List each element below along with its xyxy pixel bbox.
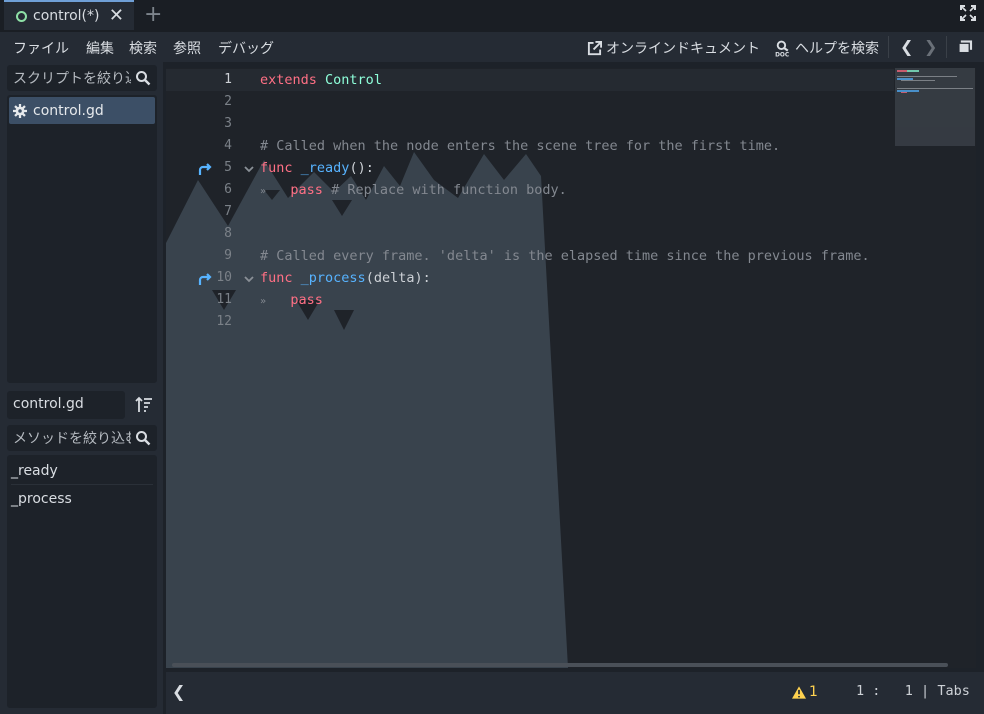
line-number: 8	[224, 226, 232, 241]
menu-file[interactable]: ファイル	[13, 38, 69, 58]
search-icon	[136, 431, 151, 446]
add-tab-icon[interactable]: +	[144, 2, 162, 27]
script-list: control.gd	[7, 95, 157, 383]
code-line-11: » pass	[260, 292, 323, 308]
code-editor[interactable]: 1 2 3 4 5 6 7 8 9 10 11 12 extends Contr…	[166, 68, 976, 668]
code-line-9: # Called every frame. 'delta' is the ela…	[260, 248, 870, 264]
method-item-ready[interactable]: _ready	[11, 457, 153, 485]
current-script-name: control.gd	[7, 391, 125, 419]
code-punct: (delta):	[365, 270, 431, 286]
code-line-4: # Called when the node enters the scene …	[260, 138, 781, 154]
method-list: _ready _process	[7, 455, 157, 708]
horizontal-scrollbar[interactable]	[172, 663, 948, 667]
line-number: 4	[224, 138, 232, 153]
menu-debug[interactable]: デバッグ	[218, 38, 274, 58]
method-filter-placeholder: メソッドを絞り込む	[13, 431, 131, 447]
doc-search-icon: DOC	[775, 40, 789, 57]
line-number: 2	[224, 94, 232, 109]
line-number: 12	[216, 314, 232, 329]
menu-divider-2	[946, 36, 947, 58]
search-icon	[136, 71, 151, 86]
minimap[interactable]	[895, 68, 975, 146]
warning-count: 1	[809, 684, 818, 700]
script-item-label: control.gd	[33, 102, 104, 119]
cursor-col: 1	[904, 683, 913, 699]
close-icon[interactable]: ✕	[109, 5, 124, 26]
history-back-icon[interactable]: ❮	[900, 37, 913, 56]
keyword: pass	[290, 182, 323, 198]
warnings-button[interactable]: 1	[792, 684, 818, 700]
override-icon[interactable]	[197, 271, 213, 287]
cursor-position: 1 : 1 | Tabs	[856, 683, 970, 699]
external-link-icon	[587, 40, 602, 55]
history-forward-icon[interactable]: ❯	[924, 37, 937, 56]
function-name: _process	[300, 270, 366, 286]
online-docs-label: オンラインドキュメント	[606, 41, 760, 57]
code-punct: ():	[349, 160, 374, 176]
svg-text:DOC: DOC	[775, 52, 789, 57]
method-filter-input[interactable]: メソッドを絞り込む	[7, 425, 157, 451]
menu-bar: ファイル 編集 検索 参照 デバッグ オンラインドキュメント DOC ヘルプを検…	[0, 32, 984, 62]
script-filter-placeholder: スクリプトを絞り込む	[13, 71, 131, 87]
tab-bar: control(*) ✕ +	[0, 0, 984, 32]
menu-edit[interactable]: 編集	[86, 38, 114, 58]
status-bar: ❮ 1 1 : 1 | Tabs	[166, 672, 984, 714]
code-line-5: func _ready():	[260, 157, 374, 179]
toggle-panel-chevron-left-icon[interactable]: ❮	[172, 682, 185, 701]
fold-chevron-down-icon[interactable]	[243, 163, 255, 175]
keyword: extends	[260, 72, 317, 88]
override-icon[interactable]	[197, 161, 213, 177]
method-item-process[interactable]: _process	[11, 485, 153, 513]
search-help-label: ヘルプを検索	[795, 41, 879, 57]
keyword: func	[260, 160, 293, 176]
indent-mode[interactable]: Tabs	[937, 683, 970, 699]
code-line-1: extends Control	[260, 69, 382, 91]
cursor-line: 1	[856, 683, 865, 699]
menu-divider	[888, 36, 889, 58]
search-help-button[interactable]: DOC ヘルプを検索	[774, 38, 879, 58]
online-docs-button[interactable]: オンラインドキュメント	[587, 38, 760, 58]
sort-icon[interactable]	[135, 396, 153, 414]
gear-icon	[13, 103, 27, 118]
line-number: 3	[224, 116, 232, 131]
menu-goto[interactable]: 参照	[173, 38, 201, 58]
tab-title: control(*)	[33, 8, 100, 24]
script-item-control[interactable]: control.gd	[9, 97, 155, 124]
warning-icon	[792, 685, 806, 699]
tab-control[interactable]: control(*) ✕	[4, 0, 134, 30]
line-number: 11	[216, 292, 232, 307]
line-number: 7	[224, 204, 232, 219]
code-line-10: func _process(delta):	[260, 267, 431, 289]
fullscreen-icon[interactable]	[960, 5, 976, 21]
keyword: pass	[290, 292, 323, 308]
class-name: Control	[325, 72, 382, 88]
line-number: 1	[224, 72, 232, 87]
function-name: _ready	[300, 160, 350, 176]
keyword: func	[260, 270, 293, 286]
script-filter-input[interactable]: スクリプトを絞り込む	[7, 65, 157, 91]
menu-search[interactable]: 検索	[129, 38, 157, 58]
line-number: 6	[224, 182, 232, 197]
window-toggle-icon[interactable]	[958, 40, 973, 54]
line-number: 9	[224, 248, 232, 263]
unsaved-dot-icon	[16, 10, 27, 22]
code-line-6: » pass # Replace with function body.	[260, 182, 567, 198]
comment: # Replace with function body.	[331, 182, 567, 198]
script-panel: スクリプトを絞り込む control.gd control.gd メソッドを絞り…	[0, 62, 163, 714]
fold-chevron-down-icon[interactable]	[243, 273, 255, 285]
